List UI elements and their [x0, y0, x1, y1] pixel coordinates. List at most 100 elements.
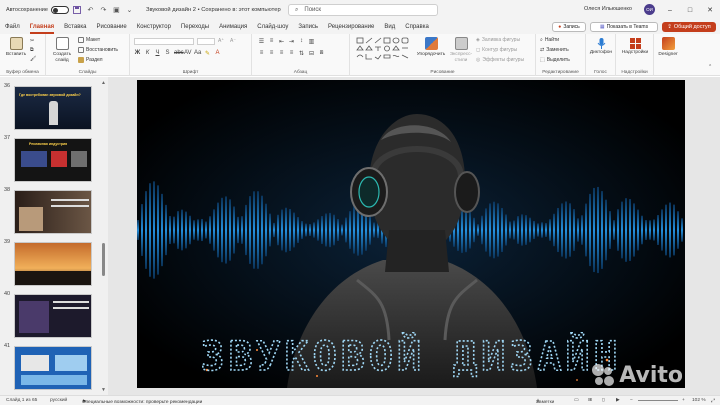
new-slide-button[interactable]: Создать слайд	[50, 37, 74, 63]
tab-record[interactable]: Запись	[293, 20, 323, 34]
thumbnail-image[interactable]: Рекламная индустрия	[14, 138, 92, 182]
reset-button[interactable]: Восстановить	[78, 47, 118, 53]
current-slide[interactable]: ЗВУКОВОЙ ДИЗАЙН Avito	[137, 80, 685, 388]
normal-view-icon[interactable]: ▭	[574, 398, 579, 403]
increase-indent-icon[interactable]: ⇥	[288, 38, 295, 45]
shape-outline-button[interactable]: ◻ Контур фигуры	[476, 47, 517, 53]
char-spacing-icon[interactable]: AV	[184, 50, 192, 57]
shadow-icon[interactable]: S	[164, 50, 171, 57]
user-name[interactable]: Олеся Ильюшенко	[584, 6, 632, 12]
collapse-ribbon-icon[interactable]: ⌃	[708, 64, 712, 70]
shape-fill-button[interactable]: ◈ Заливка фигуры	[476, 37, 520, 43]
smartart-icon[interactable]: ⧈	[318, 50, 325, 57]
zoom-slider[interactable]	[638, 400, 678, 401]
font-color-icon[interactable]: A	[214, 50, 221, 57]
tab-view[interactable]: Вид	[379, 20, 400, 34]
justify-icon[interactable]: ≡	[288, 50, 295, 57]
align-right-icon[interactable]: ≡	[278, 50, 285, 57]
grow-font-icon[interactable]: A⁺	[218, 38, 224, 44]
zoom-in-icon[interactable]: +	[682, 398, 685, 403]
tab-file[interactable]: Файл	[0, 20, 25, 34]
undo-icon[interactable]: ↶	[86, 6, 95, 15]
zoom-out-icon[interactable]: −	[630, 398, 633, 403]
italic-icon[interactable]: К	[144, 50, 151, 57]
thumbnail-item[interactable]: 40	[0, 289, 108, 341]
section-button[interactable]: Раздел	[78, 57, 103, 63]
thumbnails-scrollbar[interactable]	[102, 243, 105, 276]
addins-button[interactable]: Надстройки	[618, 37, 652, 56]
zoom-level[interactable]: 102 %	[692, 398, 706, 403]
columns-icon[interactable]: ▥	[308, 38, 315, 45]
copy-icon[interactable]: ⧉	[30, 47, 34, 53]
tab-design[interactable]: Конструктор	[132, 20, 176, 34]
thumbnail-item[interactable]: 39	[0, 237, 108, 289]
format-painter-icon[interactable]: 🖌	[30, 56, 36, 62]
scroll-up-icon[interactable]: ▲	[100, 80, 107, 86]
tab-animations[interactable]: Анимация	[214, 20, 252, 34]
autosave-toggle[interactable]	[50, 6, 69, 14]
document-title[interactable]: Звуковой дизайн 2 • Сохранено в: этот ко…	[146, 7, 281, 13]
designer-button[interactable]: Designer	[654, 37, 682, 58]
tab-draw[interactable]: Рисование	[91, 20, 131, 34]
minimize-icon[interactable]: –	[664, 4, 676, 16]
save-icon[interactable]	[73, 6, 82, 15]
layout-button[interactable]: Макет	[78, 37, 100, 43]
thumbnail-image[interactable]	[14, 346, 92, 390]
align-text-icon[interactable]: ⊟	[308, 50, 315, 57]
cut-icon[interactable]: ✂	[30, 38, 34, 44]
arrange-button[interactable]: Упорядочить	[416, 37, 446, 58]
tab-help[interactable]: Справка	[400, 20, 434, 34]
tab-transitions[interactable]: Переходы	[176, 20, 214, 34]
bold-icon[interactable]: Ж	[134, 50, 141, 57]
search-input[interactable]: ⌕ Поиск	[288, 4, 438, 16]
align-left-icon[interactable]: ≡	[258, 50, 265, 57]
tab-insert[interactable]: Вставка	[59, 20, 91, 34]
thumbnail-item[interactable]: 37 Рекламная индустрия	[0, 133, 108, 185]
dictate-button[interactable]: Диктофон	[588, 37, 614, 56]
tab-slideshow[interactable]: Слайд-шоу	[252, 20, 293, 34]
shapes-gallery[interactable]	[356, 37, 414, 65]
underline-icon[interactable]: Ч	[154, 50, 161, 57]
redo-icon[interactable]: ↷	[99, 6, 108, 15]
present-in-teams-button[interactable]: ▦ Показать в Teams	[590, 22, 658, 32]
replace-button[interactable]: ⇄ Заменить	[540, 47, 569, 53]
thumbnail-item[interactable]: 41	[0, 341, 108, 393]
thumbnail-image[interactable]	[14, 242, 92, 286]
slideshow-view-icon[interactable]: ▶	[616, 398, 620, 403]
thumbnail-item[interactable]: 36 Где востребован звуковой дизайн?	[0, 81, 108, 133]
line-spacing-icon[interactable]: ↕	[298, 38, 305, 45]
quick-styles-button[interactable]: Экспресс-стили	[448, 37, 474, 63]
change-case-icon[interactable]: Aa	[194, 50, 201, 57]
shrink-font-icon[interactable]: A⁻	[230, 38, 236, 44]
decrease-indent-icon[interactable]: ⇤	[278, 38, 285, 45]
find-button[interactable]: ⌕ Найти	[540, 37, 559, 43]
close-icon[interactable]: ✕	[704, 4, 716, 16]
scroll-down-icon[interactable]: ▼	[100, 387, 107, 393]
share-button[interactable]: ⇪ Общий доступ	[662, 22, 716, 32]
align-center-icon[interactable]: ≡	[268, 50, 275, 57]
font-size-select[interactable]	[197, 38, 215, 45]
tab-home[interactable]: Главная	[25, 20, 59, 34]
shape-effects-button[interactable]: ◎ Эффекты фигуры	[476, 57, 524, 63]
present-icon[interactable]: ▣	[112, 6, 121, 15]
bullets-icon[interactable]: ☰	[258, 38, 265, 45]
thumbnail-image[interactable]: Где востребован звуковой дизайн?	[14, 86, 92, 130]
font-name-select[interactable]	[134, 38, 194, 45]
slide-sorter-icon[interactable]: ⊞	[588, 398, 592, 403]
thumbnail-image[interactable]	[14, 294, 92, 338]
strikethrough-icon[interactable]: abc	[174, 50, 184, 57]
language-indicator[interactable]: русский	[50, 398, 67, 403]
highlight-icon[interactable]: ✎	[204, 50, 211, 57]
record-button[interactable]: ● Запись	[552, 22, 586, 32]
text-direction-icon[interactable]: ⇅	[298, 50, 305, 57]
fit-to-window-icon[interactable]: ⤢	[711, 398, 715, 404]
paste-button[interactable]: Вставить	[5, 37, 27, 58]
avatar[interactable]: ОИ	[644, 4, 655, 15]
maximize-icon[interactable]: □	[684, 4, 696, 16]
customize-qat-icon[interactable]: ⌄	[125, 6, 134, 15]
slide-title[interactable]: ЗВУКОВОЙ ДИЗАЙН	[200, 331, 621, 381]
numbering-icon[interactable]: ≡	[268, 38, 275, 45]
reading-view-icon[interactable]: ▯	[602, 398, 605, 403]
select-button[interactable]: ⬚ Выделить	[540, 57, 570, 63]
thumbnail-image[interactable]	[14, 190, 92, 234]
